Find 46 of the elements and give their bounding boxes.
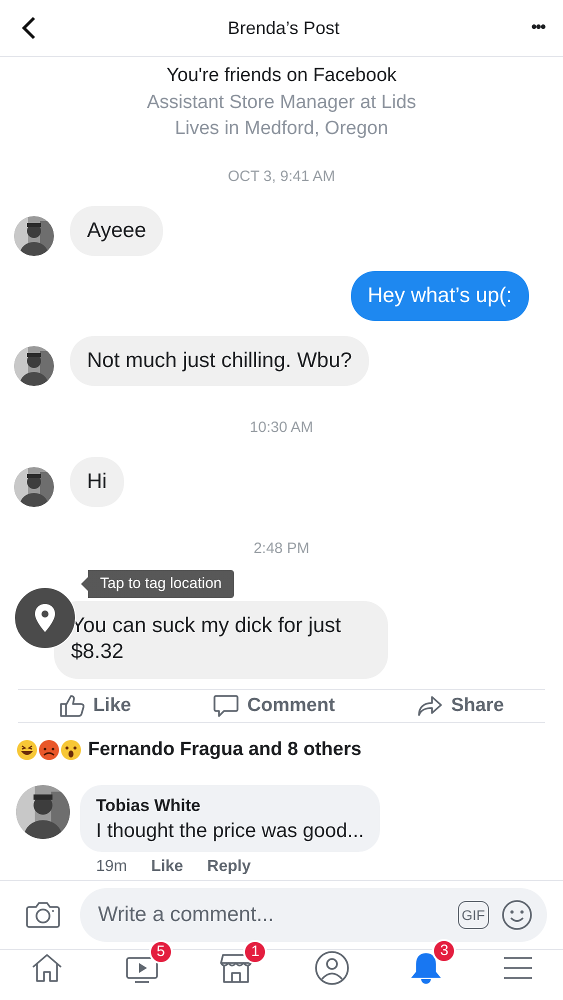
bell-icon bbox=[410, 951, 442, 985]
message-bubble: Hey what’s up(: bbox=[350, 271, 529, 321]
location-pin-icon bbox=[34, 603, 56, 633]
shop-icon bbox=[219, 952, 254, 984]
timestamp: 10:30 AM bbox=[248, 419, 314, 436]
like-button[interactable]: Like bbox=[59, 694, 132, 718]
comment-time: 19m bbox=[96, 858, 128, 874]
share-button[interactable]: Share bbox=[417, 694, 504, 718]
message-bubble: Not much just chilling. Wbu? bbox=[70, 336, 369, 386]
home-icon bbox=[30, 952, 64, 984]
marketplace-tab[interactable] bbox=[219, 952, 254, 984]
comment-author[interactable]: Tobias White bbox=[96, 796, 364, 816]
job-text: Assistant Store Manager at Lids bbox=[146, 91, 418, 115]
more-button[interactable]: ••• bbox=[531, 19, 545, 37]
notification-badge: 5 bbox=[148, 940, 173, 964]
profile-icon bbox=[314, 950, 350, 986]
reaction-emojis-icon bbox=[16, 739, 82, 761]
page-title: Brenda’s Post bbox=[228, 18, 340, 38]
comment-like-link[interactable]: Like bbox=[151, 858, 184, 874]
camera-icon[interactable] bbox=[26, 901, 60, 929]
timestamp: OCT 3, 9:41 AM bbox=[226, 168, 336, 185]
back-icon bbox=[22, 16, 36, 40]
comment-reply-link[interactable]: Reply bbox=[207, 858, 251, 874]
notifications-tab[interactable] bbox=[410, 951, 442, 985]
comment-field[interactable]: Write a comment... GIF bbox=[80, 888, 547, 942]
location-text: Lives in Medford, Oregon bbox=[174, 117, 390, 141]
thumbs-up-icon bbox=[59, 694, 86, 718]
notification-badge: 3 bbox=[432, 939, 456, 963]
gif-button[interactable]: GIF bbox=[458, 901, 489, 929]
profile-tab[interactable] bbox=[314, 950, 350, 986]
smiley-icon[interactable] bbox=[501, 899, 533, 931]
menu-icon bbox=[502, 955, 533, 981]
speech-bubble-icon bbox=[213, 694, 240, 718]
message-bubble: Ayeee bbox=[70, 206, 164, 256]
timestamp: 2:48 PM bbox=[252, 540, 310, 557]
back-button[interactable] bbox=[22, 16, 36, 40]
comment-text: I thought the price was good... bbox=[96, 820, 364, 843]
tooltip: Tap to tag location bbox=[81, 570, 234, 598]
home-tab[interactable] bbox=[30, 952, 64, 984]
comment-button[interactable]: Comment bbox=[213, 694, 335, 718]
message-bubble: Hi bbox=[70, 457, 124, 507]
menu-tab[interactable] bbox=[502, 955, 533, 981]
notification-badge: 1 bbox=[243, 940, 268, 964]
share-arrow-icon bbox=[417, 694, 444, 718]
reactions-summary[interactable]: Fernando Fragua and 8 others bbox=[88, 739, 362, 761]
friends-status: You're friends on Facebook bbox=[165, 64, 398, 88]
